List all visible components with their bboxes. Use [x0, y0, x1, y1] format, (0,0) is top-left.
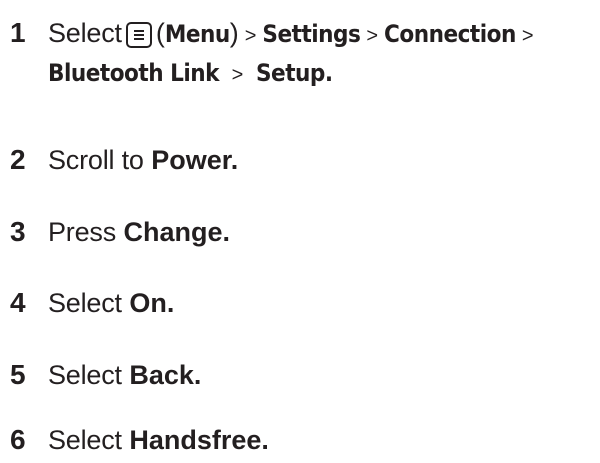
separator: >	[366, 25, 379, 47]
step-6: 6 Select Handsfree.	[10, 421, 269, 459]
separator: >	[231, 64, 244, 86]
step-2: 2 Scroll to Power.	[10, 141, 238, 179]
step-5: 5 Select Back.	[10, 356, 201, 394]
step-number: 4	[10, 287, 26, 318]
step-number: 2	[10, 144, 26, 175]
step-number: 3	[10, 216, 26, 247]
step-4: 4 Select On.	[10, 284, 174, 322]
step-verb: Press	[48, 217, 117, 247]
separator: >	[244, 25, 257, 47]
step-verb: Select	[48, 425, 122, 455]
separator: >	[521, 25, 534, 47]
step-number: 1	[10, 17, 26, 48]
step-verb: Select	[48, 18, 122, 48]
step-target: On.	[129, 288, 175, 318]
menu-key-icon	[125, 22, 152, 48]
path-setup: Setup.	[256, 59, 333, 87]
step-3: 3 Press Change.	[10, 213, 230, 251]
step-number: 6	[10, 424, 26, 455]
path-settings: Settings	[262, 20, 361, 48]
path-connection: Connection	[384, 20, 516, 48]
step-verb: Scroll to	[48, 145, 144, 175]
step-1: 1 Select (Menu) > Settings > Connection …	[10, 14, 540, 55]
step-number: 5	[10, 359, 26, 390]
step-verb: Select	[48, 288, 122, 318]
step-target: Change.	[123, 217, 231, 247]
instruction-steps: 1 Select (Menu) > Settings > Connection …	[0, 0, 600, 463]
path-bluetooth-link: Bluetooth Link	[48, 59, 219, 87]
step-target: Back.	[129, 360, 202, 390]
open-paren: (	[155, 18, 165, 48]
step-verb: Select	[48, 360, 122, 390]
close-paren: )	[229, 18, 239, 48]
menu-label: Menu	[164, 20, 230, 48]
step-target: Power.	[151, 145, 239, 175]
step-target: Handsfree.	[129, 425, 269, 455]
step-1-continuation: Bluetooth Link > Setup.	[48, 54, 333, 94]
